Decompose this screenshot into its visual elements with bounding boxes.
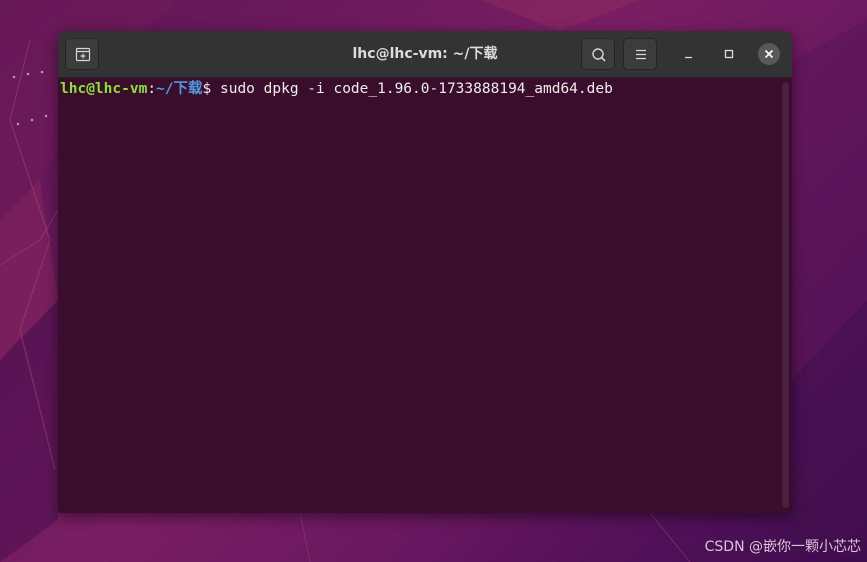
hamburger-menu-icon xyxy=(636,49,646,60)
minimize-icon xyxy=(685,56,692,59)
window-title: lhc@lhc-vm: ~/下载 xyxy=(352,46,498,62)
search-button[interactable] xyxy=(581,38,615,70)
title-bar[interactable]: lhc@lhc-vm: ~/下载 xyxy=(58,31,792,78)
command-text: sudo dpkg -i code_1.96.0-1733888194_amd6… xyxy=(219,81,613,97)
prompt-path: ~/下载 xyxy=(156,81,203,97)
search-icon xyxy=(592,48,606,62)
new-tab-button[interactable] xyxy=(65,38,99,70)
menu-button[interactable] xyxy=(623,38,657,70)
scrollbar[interactable] xyxy=(782,82,789,508)
new-tab-icon xyxy=(75,47,91,62)
command-line: lhc@lhc-vm:~/下载$ sudo dpkg -i code_1.96.… xyxy=(60,80,613,98)
minimize-button[interactable] xyxy=(678,43,700,65)
close-icon xyxy=(764,49,774,59)
terminal-area[interactable]: lhc@lhc-vm:~/下载$ sudo dpkg -i code_1.96.… xyxy=(58,78,792,513)
close-button[interactable] xyxy=(758,43,780,65)
maximize-icon xyxy=(724,49,734,59)
maximize-button[interactable] xyxy=(718,43,740,65)
prompt-colon: : xyxy=(147,81,157,97)
prompt-user: lhc@lhc-vm xyxy=(60,81,148,97)
terminal-window: lhc@lhc-vm: ~/下载 lhc@lhc-vm:~/下载$ sudo d… xyxy=(58,31,792,513)
prompt-symbol: $ xyxy=(202,81,220,97)
watermark: CSDN @嵌你一颗小芯芯 xyxy=(704,539,861,555)
